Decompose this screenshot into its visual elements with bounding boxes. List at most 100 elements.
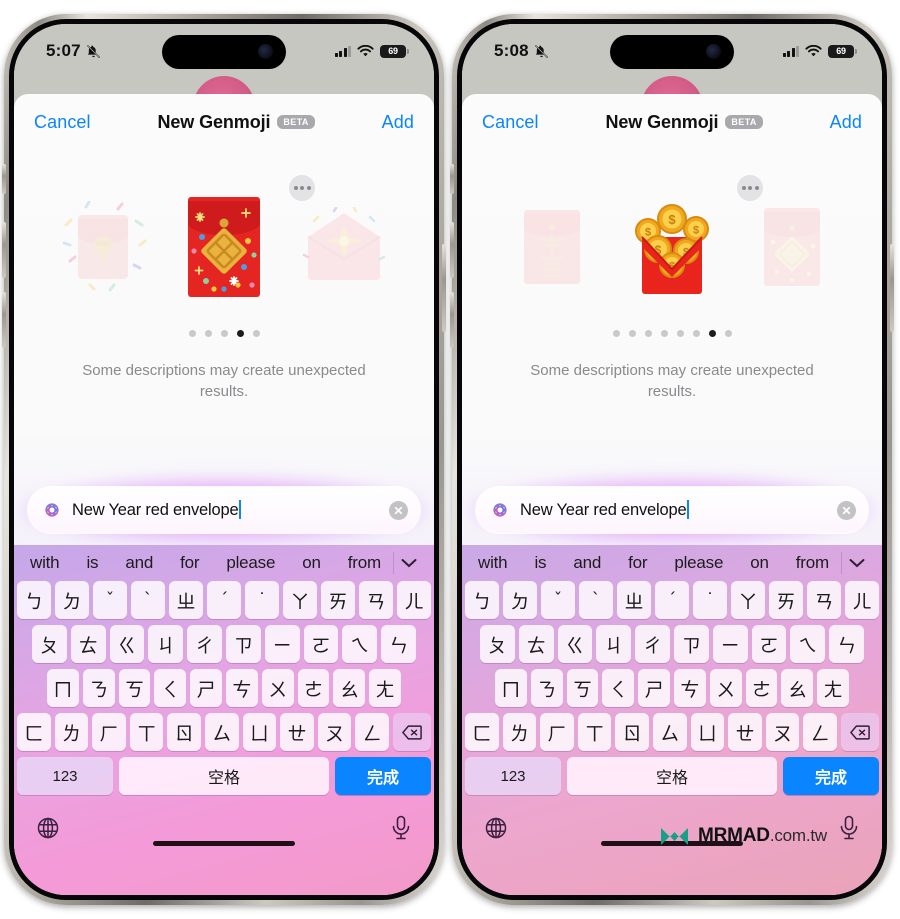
backspace-icon[interactable] bbox=[840, 713, 879, 751]
genmoji-carousel[interactable]: $ $ $ $ $ $ bbox=[462, 172, 882, 322]
volume-down-button[interactable] bbox=[450, 292, 454, 348]
globe-icon[interactable] bbox=[36, 816, 60, 840]
key[interactable]: ㄊ bbox=[518, 625, 554, 663]
cancel-button[interactable]: Cancel bbox=[34, 112, 91, 133]
page-dot[interactable] bbox=[188, 329, 196, 337]
key[interactable]: ㄗ bbox=[674, 625, 709, 663]
key[interactable]: ㄤ bbox=[817, 669, 849, 707]
key[interactable]: ㄞ bbox=[769, 581, 803, 619]
key[interactable]: ㄔ bbox=[187, 625, 222, 663]
keyboard-row-4[interactable]: ㄈ ㄌ ㄏ ㄒ ㄖ ㄙ ㄩ ㄝ ㄡ ㄥ bbox=[462, 713, 882, 751]
key[interactable]: ㄩ bbox=[242, 713, 277, 751]
suggestion-item[interactable]: and bbox=[123, 553, 155, 573]
keyboard-row-3[interactable]: ㄇ ㄋ ㄎ ㄑ ㄕ ㄘ ㄨ ㄜ ㄠ ㄤ bbox=[462, 669, 882, 707]
suggestion-item[interactable]: from bbox=[794, 553, 831, 573]
key[interactable]: ㄏ bbox=[540, 713, 574, 751]
key[interactable]: ㄜ bbox=[745, 669, 778, 707]
key[interactable]: ㄥ bbox=[803, 713, 837, 751]
suggestion-list[interactable]: with is and for please on from bbox=[28, 553, 393, 573]
suggestion-item[interactable]: and bbox=[571, 553, 603, 573]
suggestion-item[interactable]: is bbox=[532, 553, 548, 573]
backspace-icon[interactable] bbox=[392, 713, 431, 751]
key[interactable]: ㄦ bbox=[845, 581, 879, 619]
key[interactable]: ㄇ bbox=[495, 669, 527, 707]
suggestion-item[interactable]: on bbox=[300, 553, 323, 573]
key[interactable]: ㄅ bbox=[17, 581, 51, 619]
page-dot[interactable] bbox=[692, 329, 700, 337]
key[interactable]: ㄈ bbox=[17, 713, 51, 751]
key[interactable]: ˋ bbox=[131, 581, 165, 619]
genmoji-description-input[interactable]: New Year red envelope bbox=[520, 500, 828, 520]
key[interactable]: ㄗ bbox=[226, 625, 261, 663]
key[interactable]: ㄡ bbox=[317, 713, 352, 751]
key[interactable]: ㄣ bbox=[829, 625, 864, 663]
genmoji-input-bar[interactable]: New Year red envelope bbox=[476, 487, 868, 533]
key[interactable]: ㄧ bbox=[264, 625, 300, 663]
genmoji-description-input[interactable]: New Year red envelope bbox=[72, 500, 380, 520]
key[interactable]: ㄖ bbox=[167, 713, 201, 751]
suggestion-item[interactable]: for bbox=[178, 553, 201, 573]
suggestion-bar[interactable]: with is and for please on from bbox=[462, 545, 882, 581]
key[interactable]: ㄢ bbox=[807, 581, 841, 619]
clear-text-icon[interactable] bbox=[389, 500, 408, 520]
page-dot[interactable] bbox=[204, 329, 212, 337]
page-dot-active[interactable] bbox=[708, 329, 716, 337]
key[interactable]: ㄉ bbox=[55, 581, 89, 619]
microphone-icon[interactable] bbox=[838, 815, 860, 841]
page-dot[interactable] bbox=[644, 329, 652, 337]
key[interactable]: ㄢ bbox=[359, 581, 393, 619]
key[interactable]: ㄍ bbox=[557, 625, 593, 663]
key[interactable]: ㄠ bbox=[333, 669, 366, 707]
page-dot[interactable] bbox=[612, 329, 620, 337]
key[interactable]: ㄆ bbox=[480, 625, 515, 663]
action-button[interactable] bbox=[450, 164, 454, 194]
key[interactable]: ㄍ bbox=[109, 625, 145, 663]
key[interactable]: ㄚ bbox=[283, 581, 317, 619]
suggestion-bar[interactable]: with is and for please on from bbox=[14, 545, 434, 581]
page-dot[interactable] bbox=[676, 329, 684, 337]
suggestion-item[interactable]: is bbox=[84, 553, 100, 573]
key[interactable]: ㄕ bbox=[638, 669, 670, 707]
numeric-key[interactable]: 123 bbox=[465, 757, 561, 795]
suggestion-list[interactable]: with is and for please on from bbox=[476, 553, 841, 573]
add-button[interactable]: Add bbox=[382, 112, 414, 133]
volume-up-button[interactable] bbox=[2, 222, 6, 278]
key[interactable]: ㄓ bbox=[617, 581, 651, 619]
key[interactable]: ㄑ bbox=[602, 669, 635, 707]
key[interactable]: ㄛ bbox=[751, 625, 787, 663]
done-key[interactable]: 完成 bbox=[783, 757, 879, 795]
action-button[interactable] bbox=[2, 164, 6, 194]
page-dot[interactable] bbox=[252, 329, 260, 337]
volume-down-button[interactable] bbox=[2, 292, 6, 348]
key[interactable]: ㄖ bbox=[615, 713, 649, 751]
key[interactable]: ㄣ bbox=[381, 625, 416, 663]
key[interactable]: ㄚ bbox=[731, 581, 765, 619]
key[interactable]: ㄘ bbox=[674, 669, 706, 707]
key[interactable]: ㄟ bbox=[790, 625, 826, 663]
keyboard-row-2[interactable]: ㄆ ㄊ ㄍ ㄐ ㄔ ㄗ ㄧ ㄛ ㄟ ㄣ bbox=[14, 625, 434, 663]
page-dot[interactable] bbox=[628, 329, 636, 337]
clear-text-icon[interactable] bbox=[837, 500, 856, 520]
key[interactable]: ㄔ bbox=[635, 625, 670, 663]
key[interactable]: ˙ bbox=[245, 581, 279, 619]
space-key[interactable]: 空格 bbox=[567, 757, 777, 795]
key[interactable]: ㄎ bbox=[566, 669, 599, 707]
keyboard-row-1[interactable]: ㄅ ㄉ ˇ ˋ ㄓ ˊ ˙ ㄚ ㄞ ㄢ ㄦ bbox=[14, 581, 434, 619]
genmoji-next[interactable] bbox=[283, 192, 405, 302]
chevron-down-icon[interactable] bbox=[841, 552, 872, 574]
key[interactable]: ㄑ bbox=[154, 669, 187, 707]
key[interactable]: ㄕ bbox=[190, 669, 222, 707]
key[interactable]: ㄦ bbox=[397, 581, 431, 619]
key[interactable]: ˙ bbox=[693, 581, 727, 619]
chevron-down-icon[interactable] bbox=[393, 552, 424, 574]
key[interactable]: ㄨ bbox=[709, 669, 742, 707]
key[interactable]: ㄋ bbox=[530, 669, 563, 707]
suggestion-item[interactable]: from bbox=[346, 553, 383, 573]
key[interactable]: ㄇ bbox=[47, 669, 79, 707]
microphone-icon[interactable] bbox=[390, 815, 412, 841]
key[interactable]: ㄎ bbox=[118, 669, 151, 707]
globe-icon[interactable] bbox=[484, 816, 508, 840]
space-key[interactable]: 空格 bbox=[119, 757, 329, 795]
keyboard-row-1[interactable]: ㄅ ㄉ ˇ ˋ ㄓ ˊ ˙ ㄚ ㄞ ㄢ ㄦ bbox=[462, 581, 882, 619]
carousel-page-dots[interactable] bbox=[14, 326, 434, 340]
